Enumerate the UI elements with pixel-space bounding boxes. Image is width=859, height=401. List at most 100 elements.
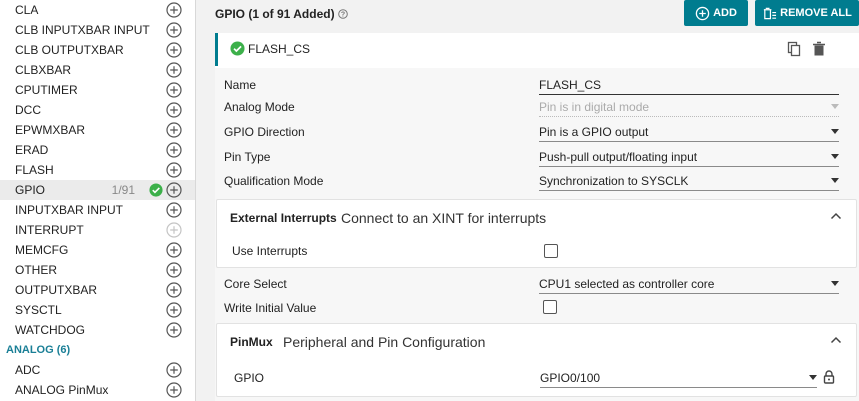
caret-down-icon: [831, 129, 839, 134]
sidebar-item-label: CLB INPUTXBAR INPUT: [15, 23, 150, 37]
chevron-up-icon[interactable]: [830, 336, 842, 344]
qualification-mode-select[interactable]: Synchronization to SYSCLK: [539, 171, 839, 191]
sidebar-section-analog[interactable]: ANALOG (6): [0, 340, 195, 360]
sidebar-item-label: CLB OUTPUTXBAR: [15, 43, 124, 57]
add-circle-icon[interactable]: [166, 182, 182, 198]
sidebar-item-label: FLASH: [15, 163, 54, 177]
sidebar-item-erad[interactable]: ERAD: [0, 140, 195, 160]
add-circle-icon[interactable]: [166, 282, 182, 298]
name-input[interactable]: FLASH_CS: [539, 75, 839, 95]
add-circle-icon[interactable]: [166, 42, 182, 58]
sidebar-item-dcc[interactable]: DCC: [0, 100, 195, 120]
use-interrupts-checkbox[interactable]: [544, 244, 558, 258]
add-circle-icon[interactable]: [166, 382, 182, 398]
external-interrupts-section: External Interrupts Connect to an XINT f…: [216, 199, 857, 268]
sidebar-item-memcfg[interactable]: MEMCFG: [0, 240, 195, 260]
sidebar-item-sysctl[interactable]: SYSCTL: [0, 300, 195, 320]
pin-type-select[interactable]: Push-pull output/floating input: [539, 147, 839, 167]
sidebar-item-cputimer[interactable]: CPUTIMER: [0, 80, 195, 100]
sidebar-item-analog-pinmux[interactable]: ANALOG PinMux: [0, 380, 195, 400]
sidebar-item-label: WATCHDOG: [15, 323, 85, 337]
sidebar-item-label: OUTPUTXBAR: [15, 283, 98, 297]
gpio-direction-label: GPIO Direction: [224, 125, 305, 139]
delete-icon[interactable]: [812, 41, 826, 57]
use-interrupts-label: Use Interrupts: [232, 244, 308, 258]
add-circle-icon: [695, 6, 710, 20]
pinmux-desc: Peripheral and Pin Configuration: [283, 334, 486, 350]
sidebar-item-clbxbar[interactable]: CLBXBAR: [0, 60, 195, 80]
sidebar-item-label: ANALOG PinMux: [15, 383, 109, 397]
lock-icon[interactable]: [823, 370, 835, 384]
add-circle-icon[interactable]: [166, 82, 182, 98]
sidebar-item-watchdog[interactable]: WATCHDOG: [0, 320, 195, 340]
sidebar-item-label: ADC: [15, 363, 41, 377]
sidebar-item-inputxbar-input[interactable]: INPUTXBAR INPUT: [0, 200, 195, 220]
add-circle-icon[interactable]: [166, 202, 182, 218]
write-initial-checkbox[interactable]: [543, 300, 557, 314]
sidebar-item-label: EPWMXBAR: [15, 123, 86, 137]
sidebar-item-clb-inputxbar-input[interactable]: CLB INPUTXBAR INPUT: [0, 20, 195, 40]
add-circle-icon[interactable]: [166, 302, 182, 318]
gpio-label: GPIO: [234, 371, 265, 385]
pin-type-row: Pin Type Push-pull output/floating input: [224, 147, 849, 167]
external-interrupts-title: External Interrupts: [230, 211, 337, 225]
sidebar-item-label: OTHER: [15, 263, 57, 277]
caret-down-icon: [809, 375, 817, 380]
sidebar-item-flash[interactable]: FLASH: [0, 160, 195, 180]
sidebar-item-label: GPIO: [15, 183, 46, 197]
name-row: Name FLASH_CS: [224, 75, 849, 95]
sidebar-item-label: INTERRUPT: [15, 223, 84, 237]
module-sidebar: CLA CLB INPUTXBAR INPUT CLB OUTPUTXBAR CLBX…: [0, 0, 196, 401]
instance-card: FLASH_CS Name FLASH_CS Analog Mode Pin i…: [215, 33, 859, 401]
core-select-select[interactable]: CPU1 selected as controller core: [539, 274, 839, 294]
gpio-pin-select[interactable]: GPIO0/100: [540, 368, 817, 388]
sidebar-item-label: CLA: [15, 3, 39, 17]
sidebar-item-outputxbar[interactable]: OUTPUTXBAR: [0, 280, 195, 300]
gpio-direction-row: GPIO Direction Pin is a GPIO output: [224, 122, 849, 142]
add-button[interactable]: ADD: [684, 0, 748, 26]
add-circle-icon[interactable]: [166, 62, 182, 78]
write-initial-row: Write Initial Value: [224, 298, 849, 318]
config-form: Name FLASH_CS Analog Mode Pin is in digi…: [215, 68, 859, 401]
sidebar-item-cla[interactable]: CLA: [0, 0, 195, 20]
add-circle-icon[interactable]: [166, 162, 182, 178]
copy-icon[interactable]: [786, 41, 802, 57]
sidebar-item-label: MEMCFG: [15, 243, 69, 257]
instance-name: FLASH_CS: [248, 42, 311, 56]
add-circle-icon[interactable]: [166, 2, 182, 18]
sidebar-item-gpio[interactable]: GPIO 1/91: [0, 180, 195, 200]
analog-mode-label: Analog Mode: [224, 100, 295, 114]
sidebar-item-clb-outputxbar[interactable]: CLB OUTPUTXBAR: [0, 40, 195, 60]
sidebar-item-epwmxbar[interactable]: EPWMXBAR: [0, 120, 195, 140]
caret-down-icon: [831, 154, 839, 159]
add-circle-icon[interactable]: [166, 122, 182, 138]
help-icon[interactable]: ?: [337, 9, 348, 19]
add-circle-icon[interactable]: [166, 22, 182, 38]
pinmux-title: PinMux: [230, 335, 273, 349]
gpio-direction-select[interactable]: Pin is a GPIO output: [539, 122, 839, 142]
remove-all-icon: [764, 7, 777, 19]
name-label: Name: [224, 78, 257, 92]
sidebar-item-label: DCC: [15, 103, 41, 117]
remove-all-button[interactable]: REMOVE ALL: [755, 0, 859, 26]
caret-down-icon: [831, 178, 839, 183]
chevron-up-icon[interactable]: [830, 212, 842, 220]
pin-type-label: Pin Type: [224, 150, 271, 164]
sidebar-item-interrupt[interactable]: INTERRUPT: [0, 220, 195, 240]
add-circle-icon[interactable]: [166, 242, 182, 258]
svg-text:?: ?: [340, 12, 344, 19]
add-circle-icon[interactable]: [166, 262, 182, 278]
add-circle-icon[interactable]: [166, 322, 182, 338]
sidebar-item-label: CPUTIMER: [15, 83, 78, 97]
add-circle-icon[interactable]: [166, 102, 182, 118]
sidebar-item-label: INPUTXBAR INPUT: [15, 203, 124, 217]
caret-down-icon: [831, 104, 839, 109]
sidebar-item-other[interactable]: OTHER: [0, 260, 195, 280]
qualification-mode-label: Qualification Mode: [224, 174, 324, 188]
sidebar-item-adc[interactable]: ADC: [0, 360, 195, 380]
instance-header[interactable]: FLASH_CS: [215, 33, 859, 66]
add-circle-icon[interactable]: [166, 362, 182, 378]
add-circle-icon[interactable]: [166, 142, 182, 158]
external-interrupts-desc: Connect to an XINT for interrupts: [341, 210, 547, 226]
add-circle-icon: [166, 222, 182, 238]
